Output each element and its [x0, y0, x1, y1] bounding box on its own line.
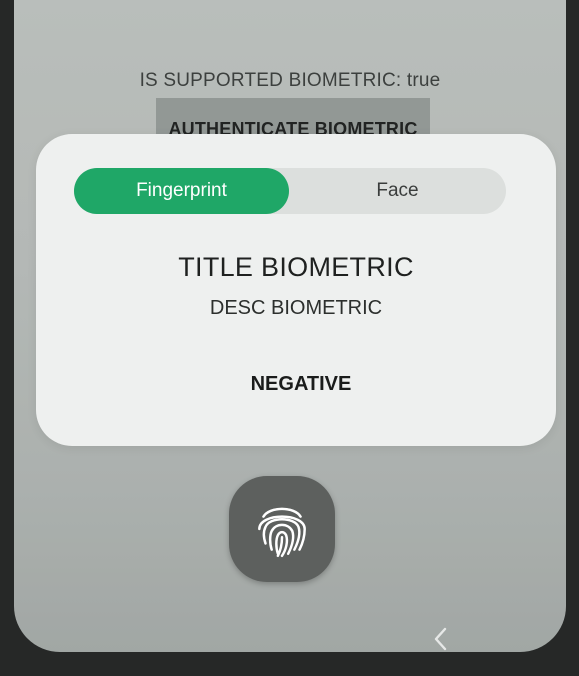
prompt-title: TITLE BIOMETRIC — [178, 252, 414, 282]
biometric-prompt-sheet: Fingerprint Face TITLE BIOMETRIC DESC BI… — [36, 134, 556, 446]
back-chevron-icon[interactable] — [430, 626, 452, 652]
negative-button[interactable]: NEGATIVE — [216, 368, 386, 400]
prompt-description: DESC BIOMETRIC — [209, 297, 383, 319]
tab-face[interactable]: Face — [289, 168, 506, 214]
fingerprint-icon — [258, 507, 306, 558]
biometric-type-switch: Fingerprint Face — [74, 168, 506, 214]
fingerprint-sensor[interactable] — [229, 476, 335, 582]
phone-screen: IS SUPPORTED BIOMETRIC: true AUTHENTICAT… — [14, 0, 566, 652]
tab-fingerprint[interactable]: Fingerprint — [74, 168, 289, 214]
